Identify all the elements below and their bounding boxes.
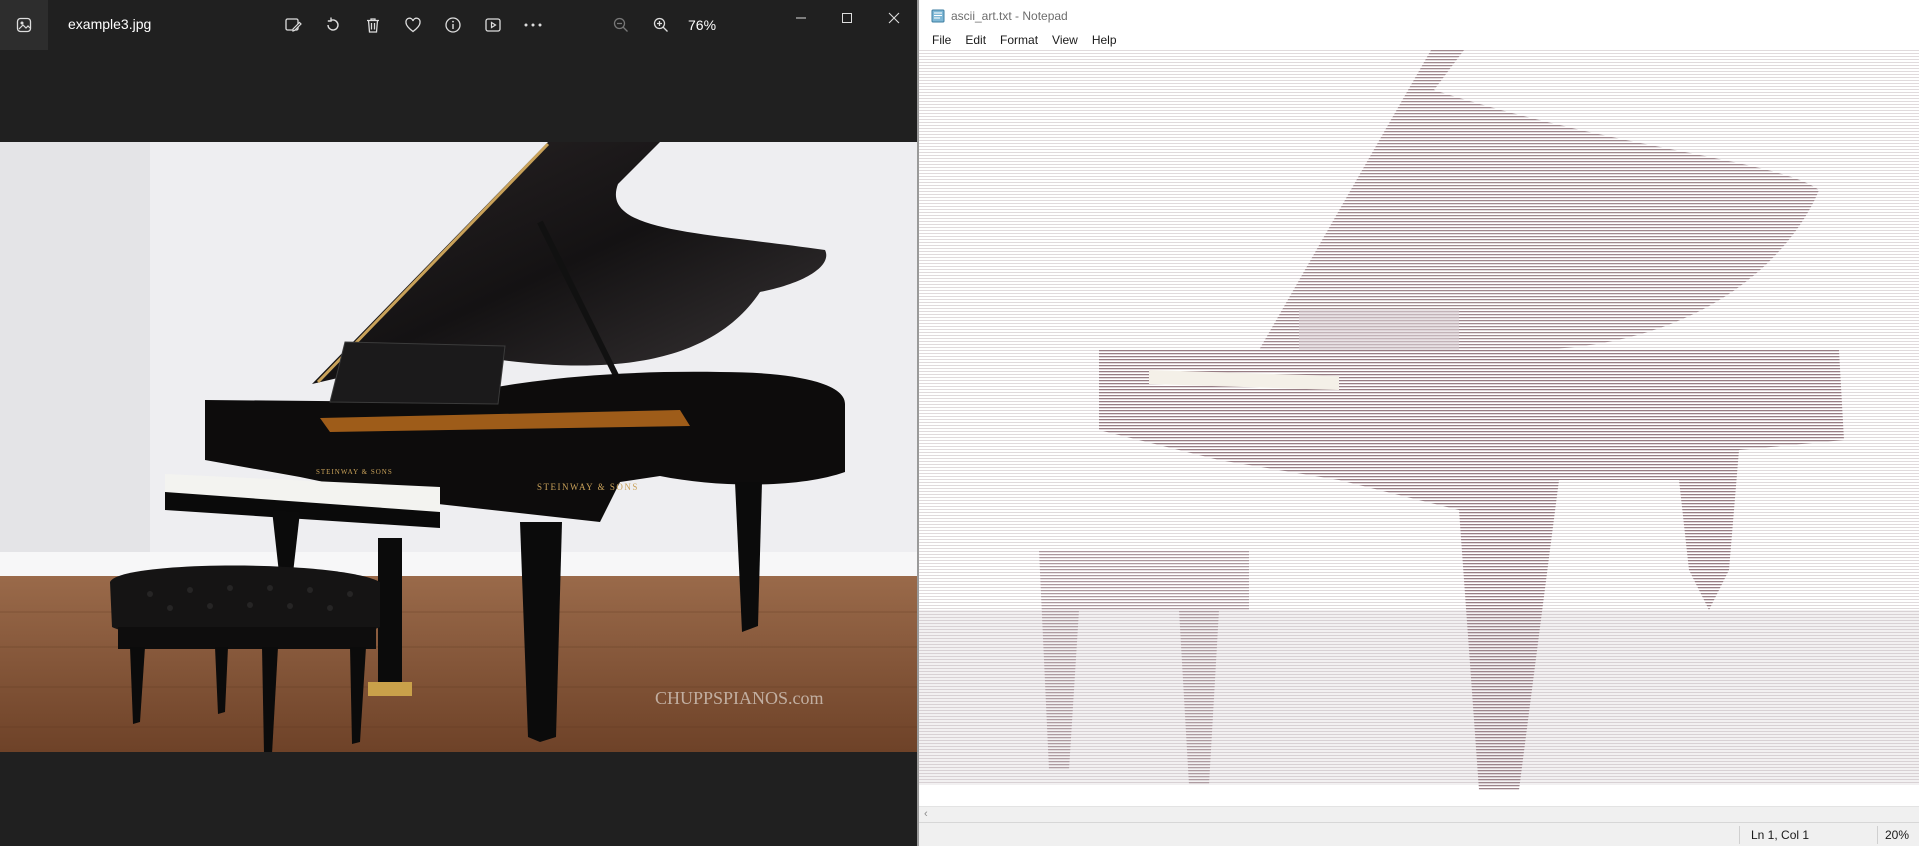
zoom-out-icon[interactable] bbox=[608, 12, 634, 38]
watermark: CHUPPSPIANOS.com bbox=[655, 688, 824, 708]
minimize-icon[interactable] bbox=[783, 6, 819, 30]
delete-icon[interactable] bbox=[360, 12, 386, 38]
maximize-icon[interactable] bbox=[829, 6, 865, 30]
notepad-zoom: 20% bbox=[1885, 828, 1910, 842]
horizontal-scrollbar[interactable]: ‹ bbox=[919, 806, 1919, 823]
close-icon[interactable] bbox=[876, 6, 912, 30]
menu-file[interactable]: File bbox=[925, 31, 958, 49]
menu-edit[interactable]: Edit bbox=[958, 31, 993, 49]
photo-filename: example3.jpg bbox=[68, 16, 152, 32]
notepad-title: ascii_art.txt - Notepad bbox=[951, 9, 1068, 23]
status-separator bbox=[1877, 826, 1878, 844]
edit-image-icon[interactable] bbox=[280, 12, 306, 38]
zoom-level: 76% bbox=[688, 17, 717, 33]
status-separator bbox=[1739, 826, 1740, 844]
notepad-titlebar: ascii_art.txt - Notepad bbox=[931, 7, 1068, 25]
photos-window: example3.jpg 76% STEINWAY & SONS STEINWA… bbox=[0, 0, 917, 846]
scroll-left-icon[interactable]: ‹ bbox=[924, 808, 928, 820]
fallboard-brand: STEINWAY & SONS bbox=[316, 468, 393, 476]
case-brand: STEINWAY & SONS bbox=[537, 482, 639, 492]
more-icon[interactable] bbox=[520, 12, 546, 38]
photos-titlebar: example3.jpg 76% bbox=[0, 0, 917, 50]
photos-app-icon[interactable] bbox=[0, 0, 48, 50]
piano-photo: STEINWAY & SONS STEINWAY & SONS CHUPPSPI… bbox=[0, 142, 917, 752]
rotate-icon[interactable] bbox=[320, 12, 346, 38]
notepad-statusbar: Ln 1, Col 1 20% bbox=[919, 822, 1919, 846]
menu-help[interactable]: Help bbox=[1085, 31, 1124, 49]
slideshow-icon[interactable] bbox=[480, 12, 506, 38]
cursor-position: Ln 1, Col 1 bbox=[1751, 828, 1810, 842]
notepad-menubar: File Edit Format View Help bbox=[925, 31, 1124, 49]
ascii-art-text-area[interactable] bbox=[919, 50, 1919, 806]
notepad-document-icon bbox=[931, 9, 945, 23]
notepad-window: ascii_art.txt - Notepad File Edit Format… bbox=[917, 0, 1919, 846]
info-icon[interactable] bbox=[440, 12, 466, 38]
menu-format[interactable]: Format bbox=[993, 31, 1045, 49]
favorite-heart-icon[interactable] bbox=[400, 12, 426, 38]
menu-view[interactable]: View bbox=[1045, 31, 1085, 49]
zoom-in-icon[interactable] bbox=[648, 12, 674, 38]
